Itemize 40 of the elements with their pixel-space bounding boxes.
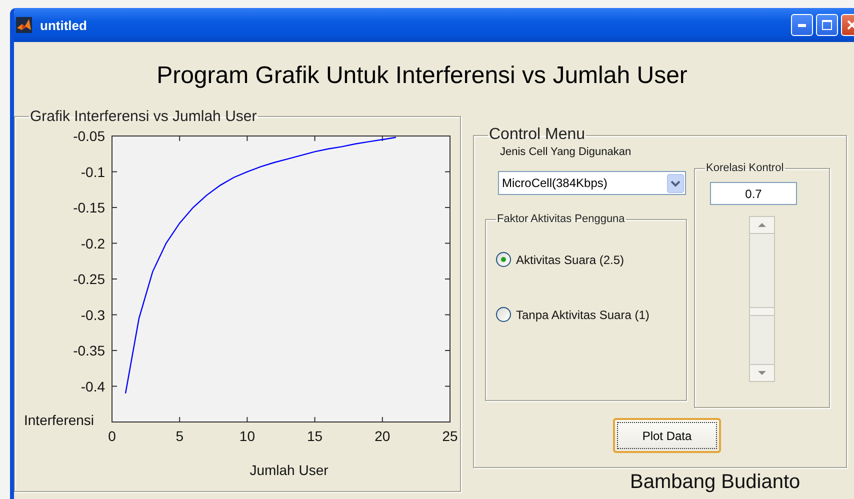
author-name: Bambang Budianto	[630, 471, 802, 494]
panel-title: Control Menu	[488, 126, 586, 144]
cell-type-dropdown[interactable]: MicroCell(384Kbps)	[498, 171, 686, 195]
y-tick-label: -0.35	[73, 342, 105, 358]
radio-button[interactable]	[496, 252, 511, 267]
x-tick-label: 5	[176, 428, 184, 444]
x-tick-label: 25	[442, 428, 458, 444]
y-tick-label: -0.1	[80, 164, 105, 180]
app-icon	[16, 17, 32, 33]
y-tick-label: -0.4	[80, 378, 105, 394]
y-tick-label: -0.15	[73, 200, 105, 216]
y-axis-label: Interferensi	[24, 412, 94, 428]
close-icon	[847, 20, 854, 30]
panel-title: Korelasi Kontrol	[705, 162, 785, 174]
radio-button[interactable]	[496, 307, 511, 322]
slider-thumb[interactable]	[749, 306, 775, 316]
x-tick-label: 0	[108, 428, 116, 444]
program-heading: Program Grafik Untuk Interferensi vs Jumlah User	[156, 61, 688, 91]
plot-data-button[interactable]: Plot Data	[613, 418, 721, 453]
maximize-button[interactable]	[816, 14, 838, 36]
y-tick-label: -0.2	[80, 235, 105, 252]
minimize-button[interactable]	[791, 14, 813, 36]
window-title: untitled	[40, 18, 88, 32]
input-field[interactable]: 0.7	[710, 182, 797, 205]
vertical-slider[interactable]	[749, 216, 775, 382]
x-tick-label: 20	[374, 428, 390, 444]
panel-title: Faktor Aktivitas Pengguna	[496, 213, 626, 225]
maximize-icon	[822, 20, 832, 30]
y-tick-label: -0.25	[73, 271, 105, 287]
y-tick-label: -0.3	[80, 306, 105, 323]
y-tick-label: -0.05	[73, 128, 105, 144]
chevron-down-icon	[667, 174, 684, 192]
panel-title: Grafik Interferensi vs Jumlah User	[29, 108, 258, 125]
radio-option[interactable]: Tanpa Aktivitas Suara (1)	[496, 307, 650, 322]
x-tick-label: 10	[239, 428, 255, 444]
field-label: Jenis Cell Yang Digunakan	[500, 146, 632, 158]
radio-option[interactable]: Aktivitas Suara (2.5)	[496, 252, 624, 267]
minimize-icon	[798, 24, 806, 26]
x-tick-label: 15	[307, 428, 323, 444]
x-axis-label: Jumlah User	[250, 462, 328, 478]
